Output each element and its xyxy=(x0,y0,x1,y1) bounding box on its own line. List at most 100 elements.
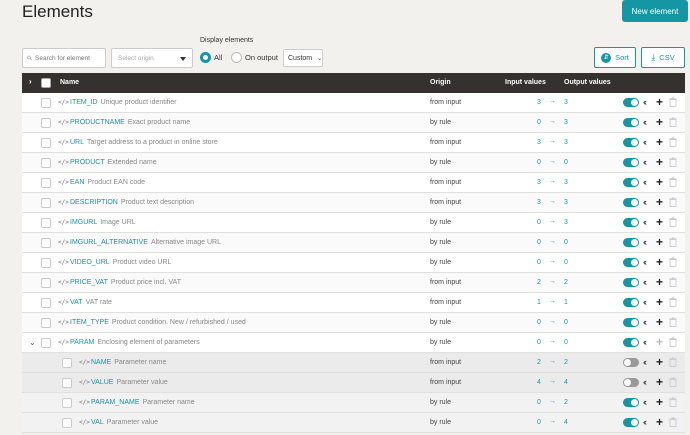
trash-icon[interactable] xyxy=(669,217,677,227)
output-values[interactable]: 4 xyxy=(562,379,570,386)
input-values[interactable]: 1 xyxy=(535,299,543,306)
element-name[interactable]: ITEM_TYPE Product condition. New / refurb… xyxy=(70,319,246,326)
table-row[interactable]: </> DESCRIPTION Product text description fr… xyxy=(22,193,685,213)
element-name[interactable]: URL Target address to a product in online… xyxy=(70,139,218,146)
move-left-icon[interactable]: ‹‹ xyxy=(643,97,647,107)
element-name[interactable]: VAT VAT rate xyxy=(70,299,112,306)
output-values[interactable]: 0 xyxy=(562,339,570,346)
add-icon[interactable]: + xyxy=(656,375,663,389)
element-name[interactable]: IMGURL Image URL xyxy=(70,219,136,226)
trash-icon[interactable] xyxy=(669,97,677,107)
trash-icon[interactable] xyxy=(669,237,677,247)
add-icon[interactable]: + xyxy=(656,195,663,209)
output-toggle[interactable] xyxy=(623,118,639,127)
output-values[interactable]: 3 xyxy=(562,199,570,206)
row-checkbox[interactable] xyxy=(41,318,51,328)
move-left-icon[interactable]: ‹‹ xyxy=(643,137,647,147)
radio-on-output[interactable] xyxy=(231,52,242,63)
table-row[interactable]: </> PARAM_NAME Parameter name by rule 0 → 2 ‹‹ + xyxy=(22,393,685,413)
add-icon[interactable]: + xyxy=(656,335,663,349)
row-checkbox[interactable] xyxy=(41,118,51,128)
row-checkbox[interactable] xyxy=(41,258,51,268)
add-icon[interactable]: + xyxy=(656,275,663,289)
table-row[interactable]: </> VALUE Parameter value from input 4 → 4 ‹‹ + xyxy=(22,373,685,393)
input-values[interactable]: 3 xyxy=(535,139,543,146)
input-values[interactable]: 3 xyxy=(535,199,543,206)
table-row[interactable]: </> IMGURL Image URL by rule 0 → 3 ‹‹ + xyxy=(22,213,685,233)
input-values[interactable]: 0 xyxy=(535,419,543,426)
add-icon[interactable]: + xyxy=(656,395,663,409)
element-name[interactable]: PARAM_NAME Parameter name xyxy=(91,399,195,406)
input-values[interactable]: 3 xyxy=(535,179,543,186)
output-values[interactable]: 3 xyxy=(562,99,570,106)
trash-icon[interactable] xyxy=(669,297,677,307)
row-checkbox[interactable] xyxy=(41,238,51,248)
add-icon[interactable]: + xyxy=(656,115,663,129)
trash-icon[interactable] xyxy=(669,197,677,207)
trash-icon[interactable] xyxy=(669,317,677,327)
row-checkbox[interactable] xyxy=(41,198,51,208)
element-name[interactable]: PARAM Enclosing element of parameters xyxy=(70,339,200,346)
output-values[interactable]: 0 xyxy=(562,239,570,246)
add-icon[interactable]: + xyxy=(656,235,663,249)
input-values[interactable]: 0 xyxy=(535,399,543,406)
output-toggle[interactable] xyxy=(623,298,639,307)
row-checkbox[interactable] xyxy=(41,298,51,308)
move-left-icon[interactable]: ‹‹ xyxy=(643,297,647,307)
input-values[interactable]: 0 xyxy=(535,239,543,246)
table-row[interactable]: </> VAL Parameter value by rule 0 → 4 ‹‹ + xyxy=(22,413,685,433)
output-values[interactable]: 2 xyxy=(562,399,570,406)
output-toggle[interactable] xyxy=(623,338,639,347)
element-name[interactable]: ITEM_ID Unique product identifier xyxy=(70,99,177,106)
add-icon[interactable]: + xyxy=(656,215,663,229)
table-row[interactable]: </> NAME Parameter name from input 2 → 2 ‹‹ + xyxy=(22,353,685,373)
output-values[interactable]: 3 xyxy=(562,119,570,126)
row-checkbox[interactable] xyxy=(41,158,51,168)
input-values[interactable]: 4 xyxy=(535,379,543,386)
input-values[interactable]: 2 xyxy=(535,279,543,286)
trash-icon[interactable] xyxy=(669,417,677,427)
row-checkbox[interactable] xyxy=(41,278,51,288)
input-values[interactable]: 0 xyxy=(535,219,543,226)
element-name[interactable]: PRODUCT Extended name xyxy=(70,159,157,166)
table-row[interactable]: </> ITEM_ID Unique product identifier from … xyxy=(22,93,685,113)
collapse-icon[interactable]: ⌄ xyxy=(29,338,36,347)
output-toggle[interactable] xyxy=(623,178,639,187)
element-name[interactable]: PRODUCTNAME Exact product name xyxy=(70,119,190,126)
output-toggle[interactable] xyxy=(623,158,639,167)
row-checkbox[interactable] xyxy=(41,178,51,188)
search-input[interactable] xyxy=(35,54,105,62)
custom-select[interactable]: Custom ⌄ xyxy=(283,49,323,67)
move-left-icon[interactable]: ‹‹ xyxy=(643,217,647,227)
output-values[interactable]: 2 xyxy=(562,359,570,366)
table-row[interactable]: </> EAN Product EAN code from input 3 → 3 ‹‹ + xyxy=(22,173,685,193)
element-name[interactable]: IMGURL_ALTERNATIVE Alternative image URL xyxy=(70,239,221,246)
output-values[interactable]: 4 xyxy=(562,419,570,426)
select-all-checkbox[interactable] xyxy=(41,78,51,88)
element-name[interactable]: VALUE Parameter value xyxy=(91,379,168,386)
move-left-icon[interactable]: ‹‹ xyxy=(643,397,647,407)
table-row[interactable]: </> IMGURL_ALTERNATIVE Alternative image U… xyxy=(22,233,685,253)
table-row[interactable]: </> URL Target address to a product in onl… xyxy=(22,133,685,153)
output-toggle[interactable] xyxy=(623,398,639,407)
add-icon[interactable]: + xyxy=(656,315,663,329)
move-left-icon[interactable]: ‹‹ xyxy=(643,317,647,327)
move-left-icon[interactable]: ‹‹ xyxy=(643,237,647,247)
move-left-icon[interactable]: ‹‹ xyxy=(643,257,647,267)
output-toggle[interactable] xyxy=(623,278,639,287)
row-checkbox[interactable] xyxy=(41,218,51,228)
output-values[interactable]: 3 xyxy=(562,219,570,226)
row-checkbox[interactable] xyxy=(41,138,51,148)
trash-icon[interactable] xyxy=(669,257,677,267)
output-toggle[interactable] xyxy=(623,258,639,267)
trash-icon[interactable] xyxy=(669,337,677,347)
move-left-icon[interactable]: ‹‹ xyxy=(643,357,647,367)
table-row[interactable]: ⌄ </> PARAM Enclosing element of parameters… xyxy=(22,333,685,353)
input-values[interactable]: 3 xyxy=(535,99,543,106)
expand-all-icon[interactable]: › xyxy=(29,77,32,86)
row-checkbox[interactable] xyxy=(41,338,51,348)
output-values[interactable]: 3 xyxy=(562,179,570,186)
output-toggle[interactable] xyxy=(623,318,639,327)
output-values[interactable]: 0 xyxy=(562,259,570,266)
element-name[interactable]: PRICE_VAT Product price incl. VAT xyxy=(70,279,181,286)
